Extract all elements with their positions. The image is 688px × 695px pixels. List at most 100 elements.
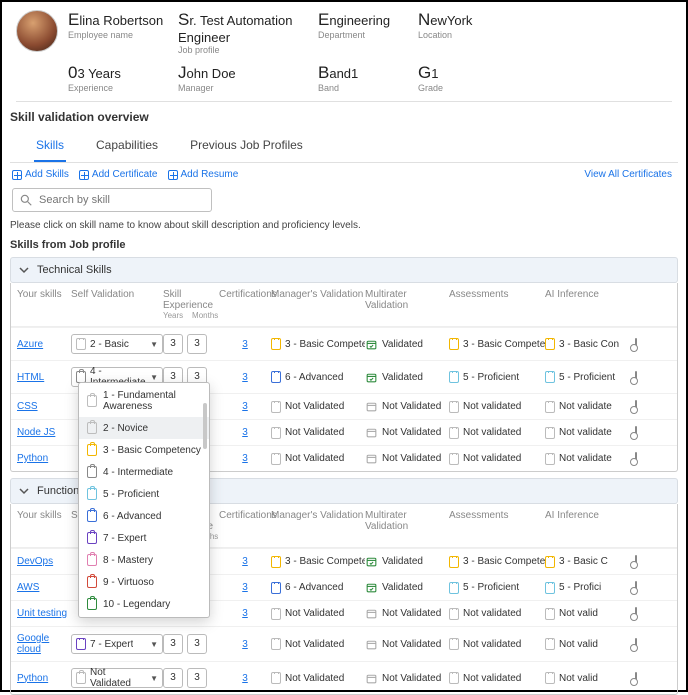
add-certificate-link[interactable]: Add Certificate — [79, 169, 158, 180]
level-option[interactable]: 7 - Expert — [79, 527, 209, 549]
view-details-icon[interactable] — [635, 371, 637, 384]
view-details-icon[interactable] — [635, 581, 637, 594]
level-option[interactable]: 9 - Virtuoso — [79, 571, 209, 593]
clipboard-icon — [271, 672, 281, 684]
clipboard-icon — [449, 371, 459, 383]
cert-count-link[interactable]: 3 — [219, 582, 271, 593]
skill-link[interactable]: AWS — [17, 582, 39, 593]
level-option[interactable]: 5 - Proficient — [79, 483, 209, 505]
self-validation-value: 7 - Expert — [90, 639, 133, 650]
clipboard-icon — [545, 582, 555, 594]
cert-count-link[interactable]: 3 — [219, 639, 271, 650]
skill-link[interactable]: HTML — [17, 372, 44, 383]
tab-skills[interactable]: Skills — [34, 130, 66, 162]
cert-count-link[interactable]: 3 — [219, 427, 271, 438]
level-option[interactable]: 4 - Intermediate — [79, 461, 209, 483]
profile-field-label: Location — [418, 30, 508, 40]
view-details-icon[interactable] — [635, 555, 637, 568]
clipboard-icon — [76, 638, 86, 650]
skill-link[interactable]: Python — [17, 453, 48, 464]
clipboard-icon — [271, 427, 281, 439]
tabs: Skills Capabilities Previous Job Profile… — [10, 130, 678, 163]
level-option[interactable]: 3 - Basic Competency — [79, 439, 209, 461]
years-input[interactable]: 3 — [163, 334, 183, 354]
manager-validation-value: 6 - Advanced — [285, 372, 343, 383]
clipboard-icon — [449, 672, 459, 684]
level-dropdown[interactable]: 1 - Fundamental Awareness 2 - Novice 3 -… — [78, 382, 210, 618]
search-input[interactable] — [39, 194, 205, 206]
self-validation-select[interactable]: 2 - Basic ▼ — [71, 334, 163, 354]
assessment-value: 5 - Proficient — [463, 582, 519, 593]
level-option[interactable]: 8 - Mastery — [79, 549, 209, 571]
cert-count-link[interactable]: 3 — [219, 673, 271, 684]
clipboard-icon — [449, 453, 459, 465]
technical-skills-header[interactable]: Technical Skills — [10, 257, 678, 283]
manager-validation-value: Not Validated — [285, 453, 344, 464]
self-validation-select[interactable]: 7 - Expert ▼ — [71, 634, 163, 654]
manager-validation-value: 3 - Basic Competency — [285, 556, 365, 567]
level-option-label: 5 - Proficient — [103, 489, 159, 500]
skill-link[interactable]: DevOps — [17, 556, 53, 567]
self-validation-select[interactable]: Not Validated ▼ — [71, 668, 163, 688]
skill-link[interactable]: Google cloud — [17, 633, 49, 655]
clipboard-icon — [545, 338, 555, 350]
search-box[interactable] — [12, 188, 212, 212]
ai-inference-value: 3 - Basic Con — [559, 339, 619, 350]
assessment-value: 3 - Basic Competency — [463, 339, 545, 350]
clipboard-icon — [87, 488, 97, 500]
ai-inference-value: Not valid — [559, 639, 598, 650]
cert-count-link[interactable]: 3 — [219, 401, 271, 412]
cert-count-link[interactable]: 3 — [219, 556, 271, 567]
level-option[interactable]: 1 - Fundamental Awareness — [79, 385, 209, 417]
skill-link[interactable]: Node JS — [17, 427, 55, 438]
assessment-value: Not validated — [463, 673, 521, 684]
manager-validation-value: 3 - Basic Competency — [285, 339, 365, 350]
years-input[interactable]: 3 — [163, 668, 183, 688]
level-option-label: 4 - Intermediate — [103, 467, 173, 478]
view-details-icon[interactable] — [635, 338, 637, 351]
skill-link[interactable]: Unit testing — [17, 608, 67, 619]
multirater-value: Validated — [382, 556, 423, 567]
clipboard-icon — [271, 401, 281, 413]
months-input[interactable]: 3 — [187, 634, 207, 654]
tab-previous-job-profiles[interactable]: Previous Job Profiles — [188, 130, 305, 162]
profile-field-label: Experience — [68, 83, 168, 93]
cert-count-link[interactable]: 3 — [219, 372, 271, 383]
multirater-value: Validated — [382, 372, 423, 383]
avatar — [16, 10, 58, 52]
level-option-label: 9 - Virtuoso — [103, 577, 154, 588]
skill-link[interactable]: Azure — [17, 339, 43, 350]
cert-count-link[interactable]: 3 — [219, 453, 271, 464]
view-details-icon[interactable] — [635, 426, 637, 439]
assessment-value: Not validated — [463, 639, 521, 650]
level-option-label: 7 - Expert — [103, 533, 146, 544]
add-skills-link[interactable]: Add Skills — [12, 169, 69, 180]
level-option[interactable]: 6 - Advanced — [79, 505, 209, 527]
view-details-icon[interactable] — [635, 638, 637, 651]
cert-count-link[interactable]: 3 — [219, 608, 271, 619]
clipboard-icon — [271, 338, 281, 350]
years-input[interactable]: 3 — [163, 634, 183, 654]
clipboard-icon — [87, 466, 97, 478]
ai-inference-value: Not valid — [559, 673, 598, 684]
view-all-certificates-link[interactable]: View All Certificates — [584, 169, 672, 180]
cert-count-link[interactable]: 3 — [219, 339, 271, 350]
skill-link[interactable]: CSS — [17, 401, 38, 412]
months-input[interactable]: 3 — [187, 668, 207, 688]
view-details-icon[interactable] — [635, 452, 637, 465]
months-input[interactable]: 3 — [187, 334, 207, 354]
tab-capabilities[interactable]: Capabilities — [94, 130, 160, 162]
multirater-value: Not Validated — [382, 401, 441, 412]
level-option[interactable]: 10 - Legendary — [79, 593, 209, 615]
column-headers: Your skills Self Validation Skill Experi… — [11, 283, 677, 327]
add-skills-label: Add Skills — [25, 169, 69, 180]
clipboard-icon — [545, 556, 555, 568]
view-details-icon[interactable] — [635, 400, 637, 413]
validated-icon — [365, 555, 378, 568]
chevron-down-icon — [19, 265, 29, 275]
skill-link[interactable]: Python — [17, 673, 48, 684]
view-details-icon[interactable] — [635, 607, 637, 620]
add-resume-link[interactable]: Add Resume — [168, 169, 239, 180]
level-option[interactable]: 2 - Novice — [79, 417, 209, 439]
view-details-icon[interactable] — [635, 672, 637, 685]
